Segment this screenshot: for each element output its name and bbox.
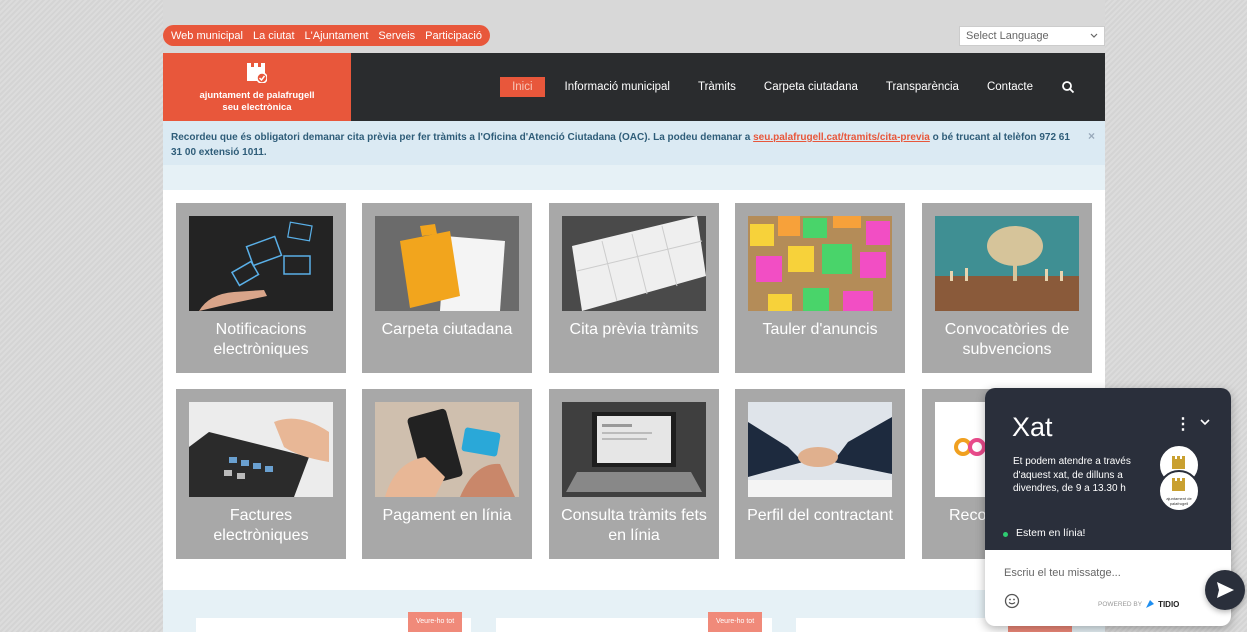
tile-image-envelopes — [189, 216, 333, 311]
tile-label: Consulta tràmits fets en línia — [561, 507, 707, 544]
site-logo[interactable]: ajuntament de palafrugell seu electrònic… — [163, 53, 351, 121]
tile-label: Pagament en línia — [382, 507, 512, 524]
nav-carpeta-ciutadana[interactable]: Carpeta ciutadana — [750, 77, 872, 97]
tile-label: Convocatòries de subvencions — [944, 321, 1070, 358]
alert-link[interactable]: seu.palafrugell.cat/tramits/cita-previa — [753, 132, 930, 143]
tile-carpeta-ciutadana[interactable]: Carpeta ciutadana — [362, 203, 532, 373]
language-select-value: Select Language — [966, 30, 1049, 42]
search-icon[interactable] — [1061, 80, 1075, 94]
envelopes-icon — [189, 216, 333, 311]
language-select[interactable]: Select Language — [959, 26, 1105, 46]
online-status: Estem en línia! — [985, 520, 1231, 550]
tile-pagament[interactable]: Pagament en línia — [362, 389, 532, 559]
avatar: ajuntament de palafrugell — [1158, 470, 1200, 512]
alert-text-before: Recordeu que és obligatori demanar cita … — [171, 132, 754, 143]
chat-description: Et podem atendre a través d'aquest xat, … — [1013, 456, 1131, 494]
tile-image-notes — [748, 216, 892, 311]
minimize-chevron-icon[interactable] — [1199, 416, 1211, 428]
tile-consulta-tramits[interactable]: Consulta tràmits fets en línia — [549, 389, 719, 559]
tile-tauler-anuncis[interactable]: Tauler d'anuncis — [735, 203, 905, 373]
tile-label: Tauler d'anuncis — [762, 321, 878, 338]
tidio-logo-icon — [1146, 600, 1155, 608]
powered-by[interactable]: POWERED BY TIDIO — [1098, 599, 1179, 609]
see-all-button[interactable]: Veure-ho tot — [408, 612, 463, 632]
tile-label: Notificacions electròniques — [213, 321, 309, 358]
tile-label: Cita prèvia tràmits — [569, 321, 699, 338]
nav-contacte[interactable]: Contacte — [973, 77, 1047, 97]
tile-image-calendar — [562, 216, 706, 311]
calculator-icon — [189, 402, 333, 497]
top-nav: Web municipal La ciutat L'Ajuntament Ser… — [163, 25, 490, 46]
folder-icon — [375, 216, 519, 311]
tree-icon — [935, 216, 1079, 311]
logo-subtitle: seu electrònica — [222, 102, 292, 113]
castle-logo-icon — [247, 63, 267, 83]
tile-label: Perfil del contractant — [747, 507, 893, 524]
site-header: ajuntament de palafrugell seu electrònic… — [163, 53, 1105, 121]
tile-notificacions[interactable]: Notificacions electròniques — [176, 203, 346, 373]
more-options-icon[interactable]: ⋮ — [1175, 414, 1191, 434]
nav-informacio-municipal[interactable]: Informació municipal — [551, 77, 684, 97]
calendar-icon — [562, 216, 706, 311]
nav-tramits[interactable]: Tràmits — [684, 77, 750, 97]
top-nav-serveis[interactable]: Serveis — [378, 30, 415, 42]
send-icon — [1217, 582, 1234, 598]
logo-title: ajuntament de palafrugell — [199, 90, 315, 101]
tile-label: Carpeta ciutadana — [381, 321, 513, 338]
powered-by-label: POWERED BY — [1098, 600, 1143, 608]
avatar-caption: ajuntament de palafrugell — [1166, 496, 1192, 506]
tile-perfil-contractant[interactable]: Perfil del contractant — [735, 389, 905, 559]
tile-image-folders — [375, 216, 519, 311]
tile-image-laptop — [562, 402, 706, 497]
top-nav-web-municipal[interactable]: Web municipal — [171, 30, 243, 42]
top-nav-ajuntament[interactable]: L'Ajuntament — [305, 30, 369, 42]
tile-image-tree — [935, 216, 1079, 311]
online-status-text: Estem en línia! — [1016, 527, 1086, 539]
tile-convocatories[interactable]: Convocatòries de subvencions — [922, 203, 1092, 373]
send-button[interactable] — [1205, 570, 1245, 610]
tile-factures[interactable]: Factures electròniques — [176, 389, 346, 559]
alert-banner: Recordeu que és obligatori demanar cita … — [163, 121, 1105, 165]
powered-by-brand: TIDIO — [1158, 599, 1180, 609]
credit-card-icon — [375, 402, 519, 497]
chat-title: Xat — [1012, 412, 1053, 442]
sticky-notes-icon — [748, 216, 892, 311]
online-dot-icon — [1003, 532, 1008, 537]
tile-image-payment — [375, 402, 519, 497]
nav-transparencia[interactable]: Transparència — [872, 77, 973, 97]
tile-image-handshake — [748, 402, 892, 497]
emoji-icon[interactable] — [1004, 593, 1020, 609]
chat-message-input[interactable]: Escriu el teu missatge... — [1004, 567, 1121, 579]
tile-cita-previa[interactable]: Cita prèvia tràmits — [549, 203, 719, 373]
chat-widget: Xat ⋮ Et podem atendre a través d'aquest… — [985, 388, 1231, 626]
page: Web municipal La ciutat L'Ajuntament Ser… — [163, 0, 1105, 632]
chat-header: Xat ⋮ Et podem atendre a través d'aquest… — [985, 388, 1231, 550]
top-nav-la-ciutat[interactable]: La ciutat — [253, 30, 295, 42]
close-icon[interactable]: × — [1088, 129, 1095, 144]
see-all-button[interactable]: Veure-ho tot — [708, 612, 763, 632]
main-nav: Inici Informació municipal Tràmits Carpe… — [500, 77, 1075, 97]
handshake-icon — [748, 402, 892, 497]
alert-spacer — [163, 165, 1105, 190]
chevron-down-icon — [1090, 33, 1098, 38]
tile-image-calculator — [189, 402, 333, 497]
nav-inici[interactable]: Inici — [500, 77, 545, 97]
top-nav-participacio[interactable]: Participació — [425, 30, 482, 42]
tile-label: Factures electròniques — [213, 507, 309, 544]
laptop-icon — [562, 402, 706, 497]
